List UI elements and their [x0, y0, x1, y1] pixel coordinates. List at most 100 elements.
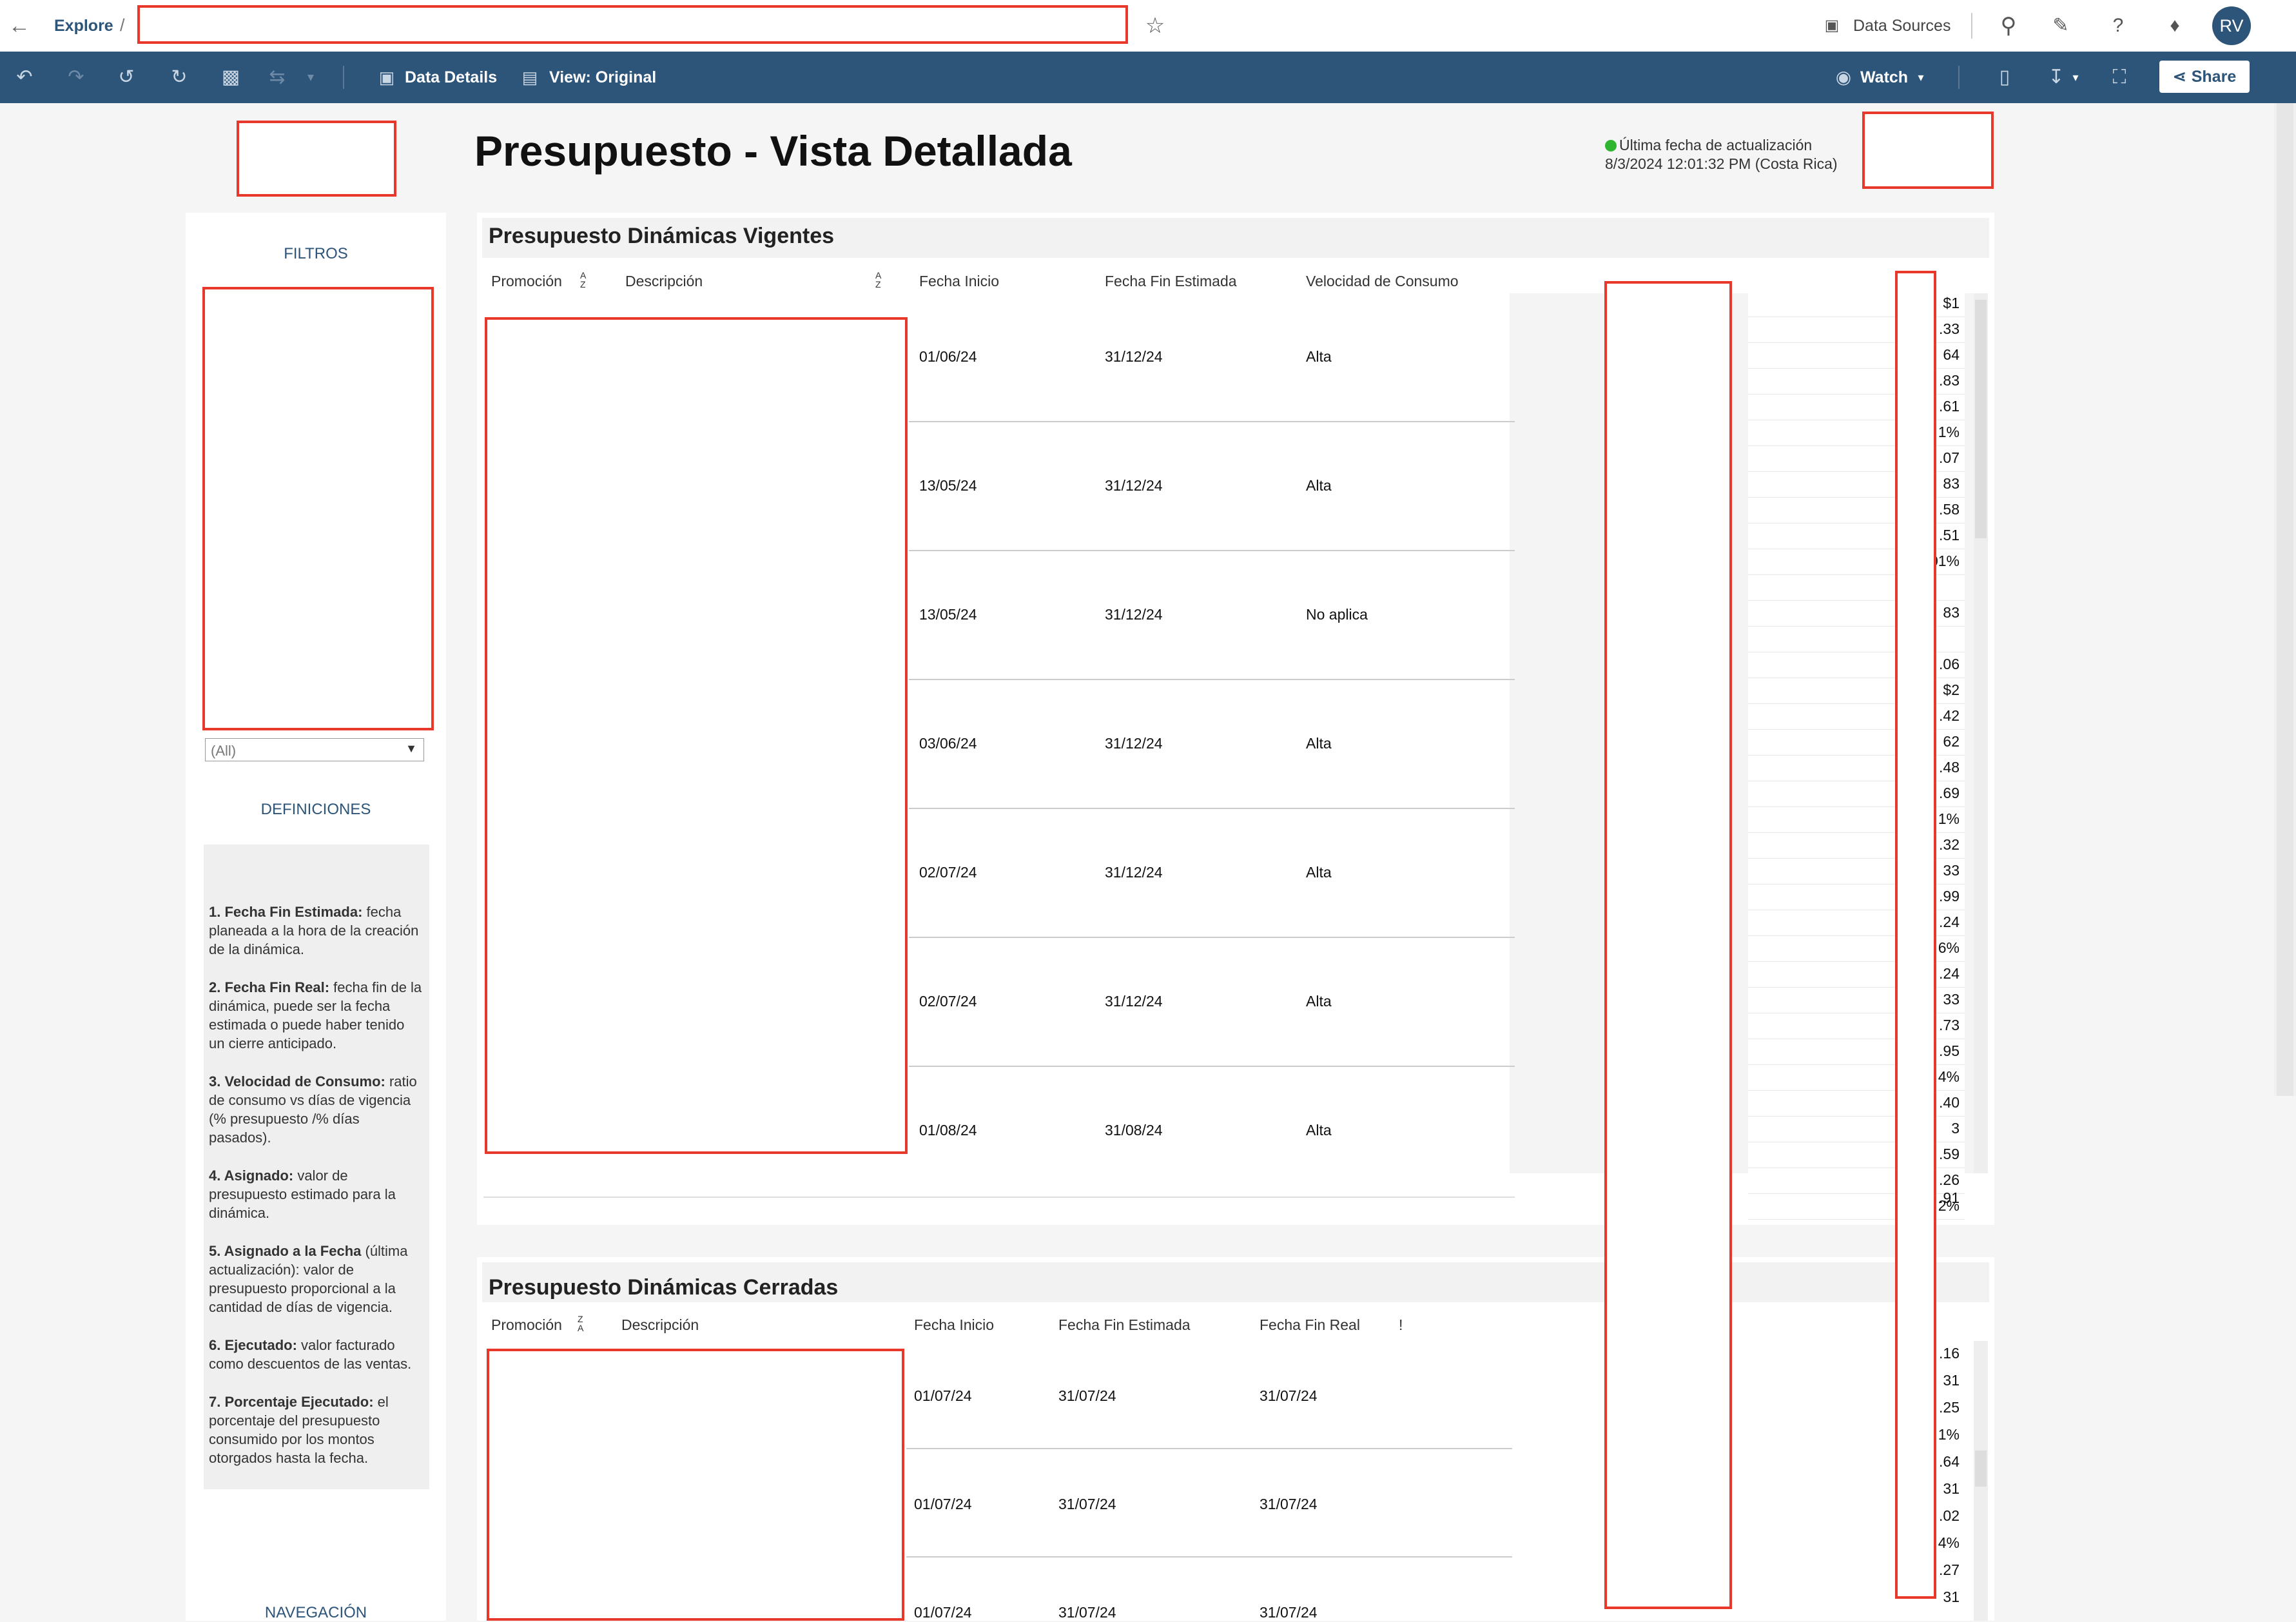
divider	[1958, 66, 1960, 89]
view-toolbar: ↶ ↷ ↺ ↻ ▩ ⇆ ▾ ▣ Data Details ▤ View: Ori…	[0, 52, 2296, 103]
user-avatar[interactable]: RV	[2212, 6, 2251, 45]
replay-icon[interactable]: ⇆	[264, 64, 290, 90]
search-icon[interactable]: ⚲	[1994, 12, 2023, 40]
share-icon: ⋖	[2172, 68, 2186, 86]
breadcrumb-separator: /	[120, 15, 125, 35]
scrollbar[interactable]	[1974, 1341, 1988, 1621]
definition-item: 2. Fecha Fin Real: fecha fin de la dinám…	[209, 979, 422, 1051]
data-details-button[interactable]: Data Details	[405, 52, 497, 103]
vigentes-panel: Presupuesto Dinámicas Vigentes Promoción…	[477, 213, 1994, 1225]
divider	[1971, 13, 1972, 39]
refresh-data-icon[interactable]: ↻	[166, 64, 192, 90]
comments-icon[interactable]: ▯	[1992, 64, 2018, 90]
page-scrollbar[interactable]	[2274, 103, 2296, 1096]
promo-description-redacted	[485, 317, 908, 1154]
velocidad-cell: Alta	[1306, 993, 1332, 1010]
favorite-star-icon[interactable]: ☆	[1141, 12, 1169, 40]
scrollbar-thumb[interactable]	[1975, 1451, 1987, 1487]
view-original-button[interactable]: View: Original	[549, 52, 656, 103]
notifications-bell-icon[interactable]: ♦	[2161, 12, 2189, 40]
row-divider	[906, 1556, 1512, 1558]
metric-values-redacted	[1895, 271, 1936, 1599]
revert-icon[interactable]: ↺	[113, 64, 139, 90]
table-bottom-line	[483, 1197, 1515, 1198]
col-descripcion[interactable]: Descripción	[625, 273, 703, 290]
divider	[343, 66, 344, 89]
help-icon[interactable]: ?	[2104, 12, 2132, 40]
scrollbar[interactable]	[1974, 293, 1988, 1173]
row-divider	[909, 808, 1515, 809]
view-chart-icon: ▤	[521, 68, 538, 87]
col-velocidad-consumo[interactable]: Velocidad de Consumo	[1306, 273, 1459, 290]
fecha-inicio-cell: 02/07/24	[919, 993, 977, 1010]
row-divider	[909, 550, 1515, 551]
definition-item: 4. Asignado: valor de presupuesto estima…	[209, 1168, 396, 1221]
fecha-fin-cell: 31/08/24	[1105, 1122, 1163, 1138]
row-divider	[909, 421, 1515, 422]
fecha-fin-cell: 31/12/24	[1105, 477, 1163, 494]
velocidad-cell: No aplica	[1306, 606, 1368, 623]
data-sources-link[interactable]: Data Sources	[1853, 17, 1951, 35]
fecha-fin-real-cell: 31/07/24	[1260, 1496, 1318, 1512]
col-extra[interactable]: !	[1399, 1316, 1403, 1334]
sort-icon[interactable]: AZ	[875, 271, 881, 289]
col-descripcion[interactable]: Descripción	[621, 1316, 699, 1334]
fullscreen-icon[interactable]: ⛶	[2106, 64, 2132, 90]
col-fecha-fin-estimada[interactable]: Fecha Fin Estimada	[1058, 1316, 1191, 1334]
page-scrollbar-thumb[interactable]	[2277, 103, 2293, 1096]
chevron-down-icon: ▼	[405, 742, 417, 755]
fecha-fin-cell: 31/12/24	[1105, 348, 1163, 365]
logo-redacted	[237, 121, 396, 197]
filter-list-redacted[interactable]	[202, 287, 434, 730]
chevron-down-icon[interactable]: ▾	[2063, 64, 2088, 90]
definition-item: 5. Asignado a la Fecha (última actualiza…	[209, 1243, 408, 1315]
velocidad-cell: Alta	[1306, 477, 1332, 494]
definition-item: 6. Ejecutado: valor facturado como descu…	[209, 1337, 412, 1372]
fecha-inicio-cell: 01/08/24	[919, 1122, 977, 1138]
cerradas-panel: Presupuesto Dinámicas Cerradas Promoción…	[477, 1257, 1994, 1621]
row-divider	[909, 937, 1515, 938]
col-promocion[interactable]: Promoción	[491, 273, 562, 290]
fecha-inicio-cell: 13/05/24	[919, 477, 977, 494]
workbook-title-redacted	[137, 5, 1128, 44]
undo-icon[interactable]: ↶	[12, 64, 37, 90]
fecha-fin-cell: 31/12/24	[1105, 735, 1163, 752]
sort-icon[interactable]: ZA	[578, 1314, 583, 1333]
pause-updates-icon[interactable]: ▩	[218, 64, 244, 90]
fecha-inicio-cell: 01/06/24	[919, 348, 977, 365]
update-label: Última fecha de actualización	[1619, 137, 1813, 153]
chevron-down-icon[interactable]: ▾	[298, 64, 324, 90]
notes-icon[interactable]: ✎	[2047, 12, 2075, 40]
filter-dropdown[interactable]: (All) ▼	[205, 738, 424, 761]
scrollbar-thumb[interactable]	[1975, 300, 1987, 538]
row-divider	[906, 1448, 1512, 1449]
share-button[interactable]: ⋖ Share	[2159, 61, 2250, 93]
col-fecha-fin-estimada[interactable]: Fecha Fin Estimada	[1105, 273, 1237, 290]
top-bar: ← Explore / ☆ ▣ Data Sources ⚲ ✎ ? ♦ RV	[0, 0, 2296, 52]
chevron-down-icon[interactable]: ▾	[1908, 64, 1934, 90]
col-fecha-inicio[interactable]: Fecha Inicio	[919, 273, 999, 290]
page-title: Presupuesto - Vista Detallada	[474, 127, 1072, 175]
fecha-fin-cell: 31/12/24	[1105, 606, 1163, 623]
row-divider	[909, 1066, 1515, 1067]
col-promocion[interactable]: Promoción	[491, 1316, 562, 1334]
cerradas-title: Presupuesto Dinámicas Cerradas	[489, 1275, 839, 1300]
back-arrow-icon[interactable]: ←	[5, 12, 34, 40]
velocidad-cell: Alta	[1306, 735, 1332, 752]
sidebar: FILTROS (All) ▼ DEFINICIONES 1. Fecha Fi…	[186, 213, 446, 1621]
fecha-fin-real-cell: 31/07/24	[1260, 1604, 1318, 1621]
fecha-fin-estimada-cell: 31/07/24	[1058, 1496, 1116, 1512]
sort-icon[interactable]: AZ	[580, 271, 586, 289]
filters-title: FILTROS	[284, 245, 348, 262]
breadcrumb-explore[interactable]: Explore	[54, 17, 113, 35]
definition-item: 1. Fecha Fin Estimada: fecha planeada a …	[209, 904, 419, 957]
definition-item: 3. Velocidad de Consumo: ratio de consum…	[209, 1073, 417, 1146]
col-fecha-fin-real[interactable]: Fecha Fin Real	[1260, 1316, 1360, 1334]
redo-icon[interactable]: ↷	[63, 64, 89, 90]
fecha-inicio-cell: 13/05/24	[919, 606, 977, 623]
eye-icon: ◉	[1835, 67, 1852, 87]
col-fecha-inicio[interactable]: Fecha Inicio	[914, 1316, 994, 1334]
velocidad-cell: Alta	[1306, 1122, 1332, 1138]
promo-description-redacted	[487, 1349, 904, 1621]
watch-button[interactable]: Watch	[1860, 52, 1908, 103]
